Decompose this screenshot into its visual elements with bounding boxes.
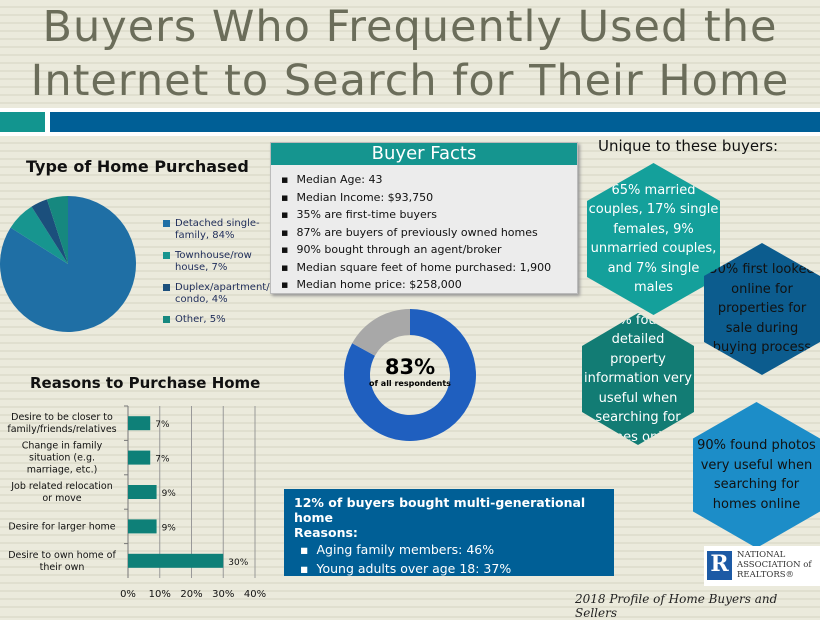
bar-chart-title: Reasons to Purchase Home [30,374,261,392]
fact-item: 90% bought through an agent/broker [281,241,577,259]
category-label: Change in family situation (e.g. marriage,… [22,441,103,476]
x-tick-label: 0% [120,589,136,600]
multigenerational-box: 12% of buyers bought multi-generational … [284,489,614,576]
bar [128,553,224,568]
fact-item: Median Income: $93,750 [281,189,577,207]
category-label: Desire to be closer to family/friends/rel… [7,412,116,435]
page-title: Buyers Who Frequently Used the Internet … [30,2,790,106]
nar-logo: R NATIONAL ASSOCIATION of REALTORS® [704,546,820,586]
bar-value-label: 7% [155,455,170,465]
bar [128,519,157,534]
hex-first-looked: 50% first looked online for properties f… [704,243,820,375]
legend-swatch [163,284,170,291]
bar-value-label: 7% [155,420,170,430]
x-tick-label: 40% [244,589,266,600]
hex-photos: 90% found photos very useful when search… [693,402,820,548]
legend-item: Townhouse/row house, 7% [163,250,285,274]
blue-bar [50,112,820,132]
fact-item: 35% are first-time buyers [281,206,577,224]
fact-item: Median Age: 43 [281,171,577,189]
x-tick-label: 30% [212,589,234,600]
category-label: Job related relocation or move [10,481,113,504]
legend-item: Duplex/apartment/ condo, 4% [163,282,285,306]
buyer-facts-panel: Buyer Facts Median Age: 43Median Income:… [270,142,578,294]
legend-swatch [163,252,170,259]
bar [128,416,151,431]
category-label: Desire for larger home [8,521,115,532]
category-label: Desire to own home of their own [8,550,116,573]
bar-value-label: 9% [162,489,177,499]
home-type-pie [0,196,136,332]
bar-value-label: 9% [162,523,177,533]
teal-bar [0,112,45,132]
fact-item: 87% are buyers of previously owned homes [281,224,577,242]
hex-household: 65% married couples, 17% single females,… [587,163,720,315]
unique-title: Unique to these buyers: [598,137,779,155]
pie-legend: Detached single-family, 84% Townhouse/row… [163,218,285,326]
reasons-bar-chart: 0% 10% 20% 30% 40% 7% Desire to be closer to fa… [7,405,266,600]
fact-item: Median square feet of home purchased: 1,… [281,259,577,277]
buyer-facts-title: Buyer Facts [271,143,577,165]
x-tick-label: 20% [180,589,202,600]
bar [128,485,157,499]
hex-property-info: 88% found detailed property information … [582,313,694,445]
legend-item: Detached single-family, 84% [163,218,285,242]
legend-item: Other, 5% [163,314,285,326]
x-tick-label: 10% [149,589,171,600]
bar [128,450,151,465]
legend-swatch [163,220,170,227]
bar-value-label: 30% [228,558,248,568]
donut-label: 83% of all respondents [369,355,451,388]
pie-title: Type of Home Purchased [26,157,249,176]
fact-item: Median home price: $258,000 [281,276,577,294]
footer-source: 2018 Profile of Home Buyers and Sellers [575,592,778,620]
legend-swatch [163,316,170,323]
